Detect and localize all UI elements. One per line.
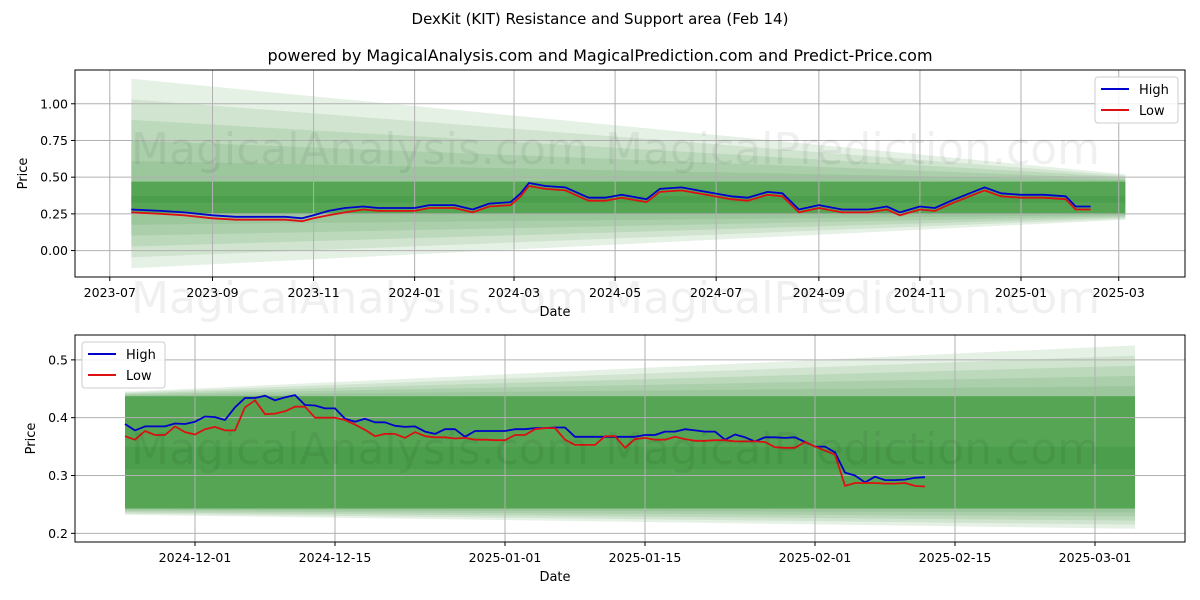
y-tick-label: 0.25 (40, 206, 68, 221)
legend-label-low: Low (126, 369, 152, 384)
y-tick-label: 1.00 (40, 96, 68, 111)
y-tick-label: 0.50 (40, 170, 68, 185)
legend-label-high: High (126, 348, 156, 363)
x-tick-label: 2024-07 (690, 285, 742, 300)
y-tick-label: 0.5 (48, 352, 68, 367)
x-tick-label: 2025-03-01 (1059, 550, 1132, 565)
charts-canvas: MagicalAnalysis.comMagicalAnalysis.comMa… (16, 69, 1186, 585)
x-tick-label: 2025-02-01 (779, 550, 852, 565)
x-tick-label: 2025-01 (995, 285, 1047, 300)
legend-label-high: High (1139, 83, 1169, 98)
y-tick-label: 0.00 (40, 243, 68, 258)
y-axis-label: Price (24, 423, 39, 455)
legend-label-low: Low (1139, 104, 1165, 119)
watermark: MagicalAnalysis.com (131, 124, 589, 175)
legend: High Low (1094, 76, 1179, 124)
legend: High Low (81, 341, 166, 389)
watermark: MagicalAnalysis.com (131, 424, 589, 475)
x-tick-label: 2024-03 (488, 285, 540, 300)
y-tick-label: 0.3 (48, 468, 68, 483)
x-tick-label: 2024-11 (894, 285, 946, 300)
x-tick-label: 2024-12-15 (299, 550, 372, 565)
x-axis-label: Date (539, 570, 570, 585)
watermark: MagicalPrediction.com (605, 124, 1100, 175)
x-tick-label: 2024-01 (389, 285, 441, 300)
x-tick-label: 2025-01-15 (609, 550, 682, 565)
x-tick-label: 2023-07 (84, 285, 136, 300)
x-tick-label: 2023-11 (287, 285, 339, 300)
x-axis-label: Date (539, 305, 570, 320)
chart-2: MagicalAnalysis.com MagicalPrediction.com… (24, 334, 1186, 585)
y-tick-label: 0.4 (48, 410, 68, 425)
x-tick-label: 2025-01-01 (469, 550, 542, 565)
x-tick-label: 2025-03 (1093, 285, 1145, 300)
chart-1: MagicalAnalysis.comMagicalAnalysis.comMa… (16, 69, 1186, 324)
x-tick-label: 2024-05 (589, 285, 641, 300)
x-tick-label: 2025-02-15 (919, 550, 992, 565)
watermark: MagicalPrediction.com (605, 424, 1100, 475)
x-tick-label: 2024-09 (793, 285, 845, 300)
x-tick-label: 2023-09 (186, 285, 238, 300)
y-tick-label: 0.2 (48, 526, 68, 541)
y-tick-label: 0.75 (40, 133, 68, 148)
y-axis-label: Price (16, 158, 31, 190)
x-tick-label: 2024-12-01 (159, 550, 232, 565)
